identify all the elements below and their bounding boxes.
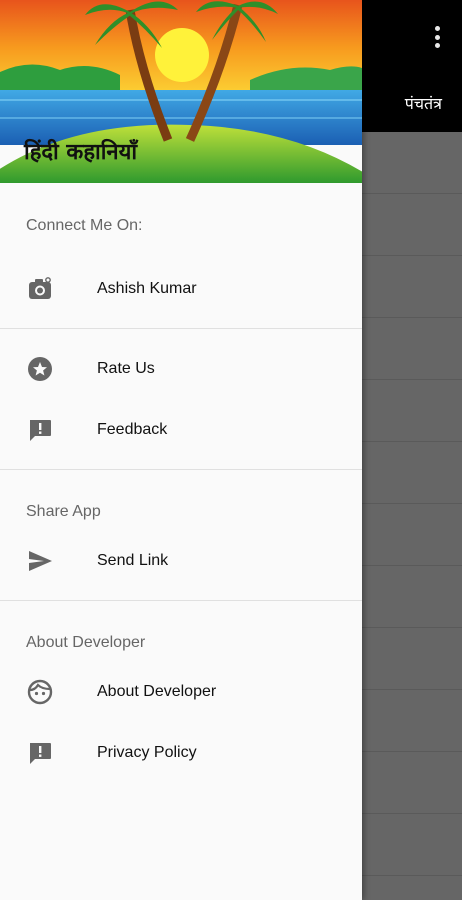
menu-item-label: Feedback (97, 420, 168, 438)
star-circle-icon (26, 355, 54, 383)
menu-item-label: Rate Us (97, 359, 155, 377)
send-icon (26, 547, 54, 575)
section-title-connect: Connect Me On: (26, 217, 143, 234)
more-vertical-icon[interactable] (434, 26, 440, 48)
menu-item-send-link[interactable]: Send Link (0, 530, 362, 591)
menu-item-rate-us[interactable]: Rate Us (0, 338, 362, 399)
section-title-share: Share App (26, 503, 101, 520)
instagram-camera-icon (26, 275, 54, 303)
menu-item-ashish-kumar[interactable]: Ashish Kumar (0, 258, 362, 319)
app-title: हिंदी कहानियाँ (24, 140, 138, 165)
menu-item-label: About Developer (97, 682, 217, 700)
menu-item-about-developer[interactable]: About Developer (0, 661, 362, 722)
face-icon (26, 678, 54, 706)
drawer-header: हिंदी कहानियाँ (0, 0, 362, 183)
tab-panchatantra[interactable]: पंचतंत्र (405, 92, 442, 114)
menu-item-feedback[interactable]: Feedback (0, 399, 362, 460)
navigation-drawer: हिंदी कहानियाँ Connect Me On: Ashish Kum… (0, 0, 362, 900)
feedback-icon (26, 416, 54, 444)
menu-item-label: Send Link (97, 551, 169, 569)
menu-item-privacy-policy[interactable]: Privacy Policy (0, 722, 362, 783)
menu-item-label: Ashish Kumar (97, 279, 197, 297)
feedback-icon (26, 739, 54, 767)
section-title-about: About Developer (26, 634, 146, 651)
menu-item-label: Privacy Policy (97, 743, 197, 761)
